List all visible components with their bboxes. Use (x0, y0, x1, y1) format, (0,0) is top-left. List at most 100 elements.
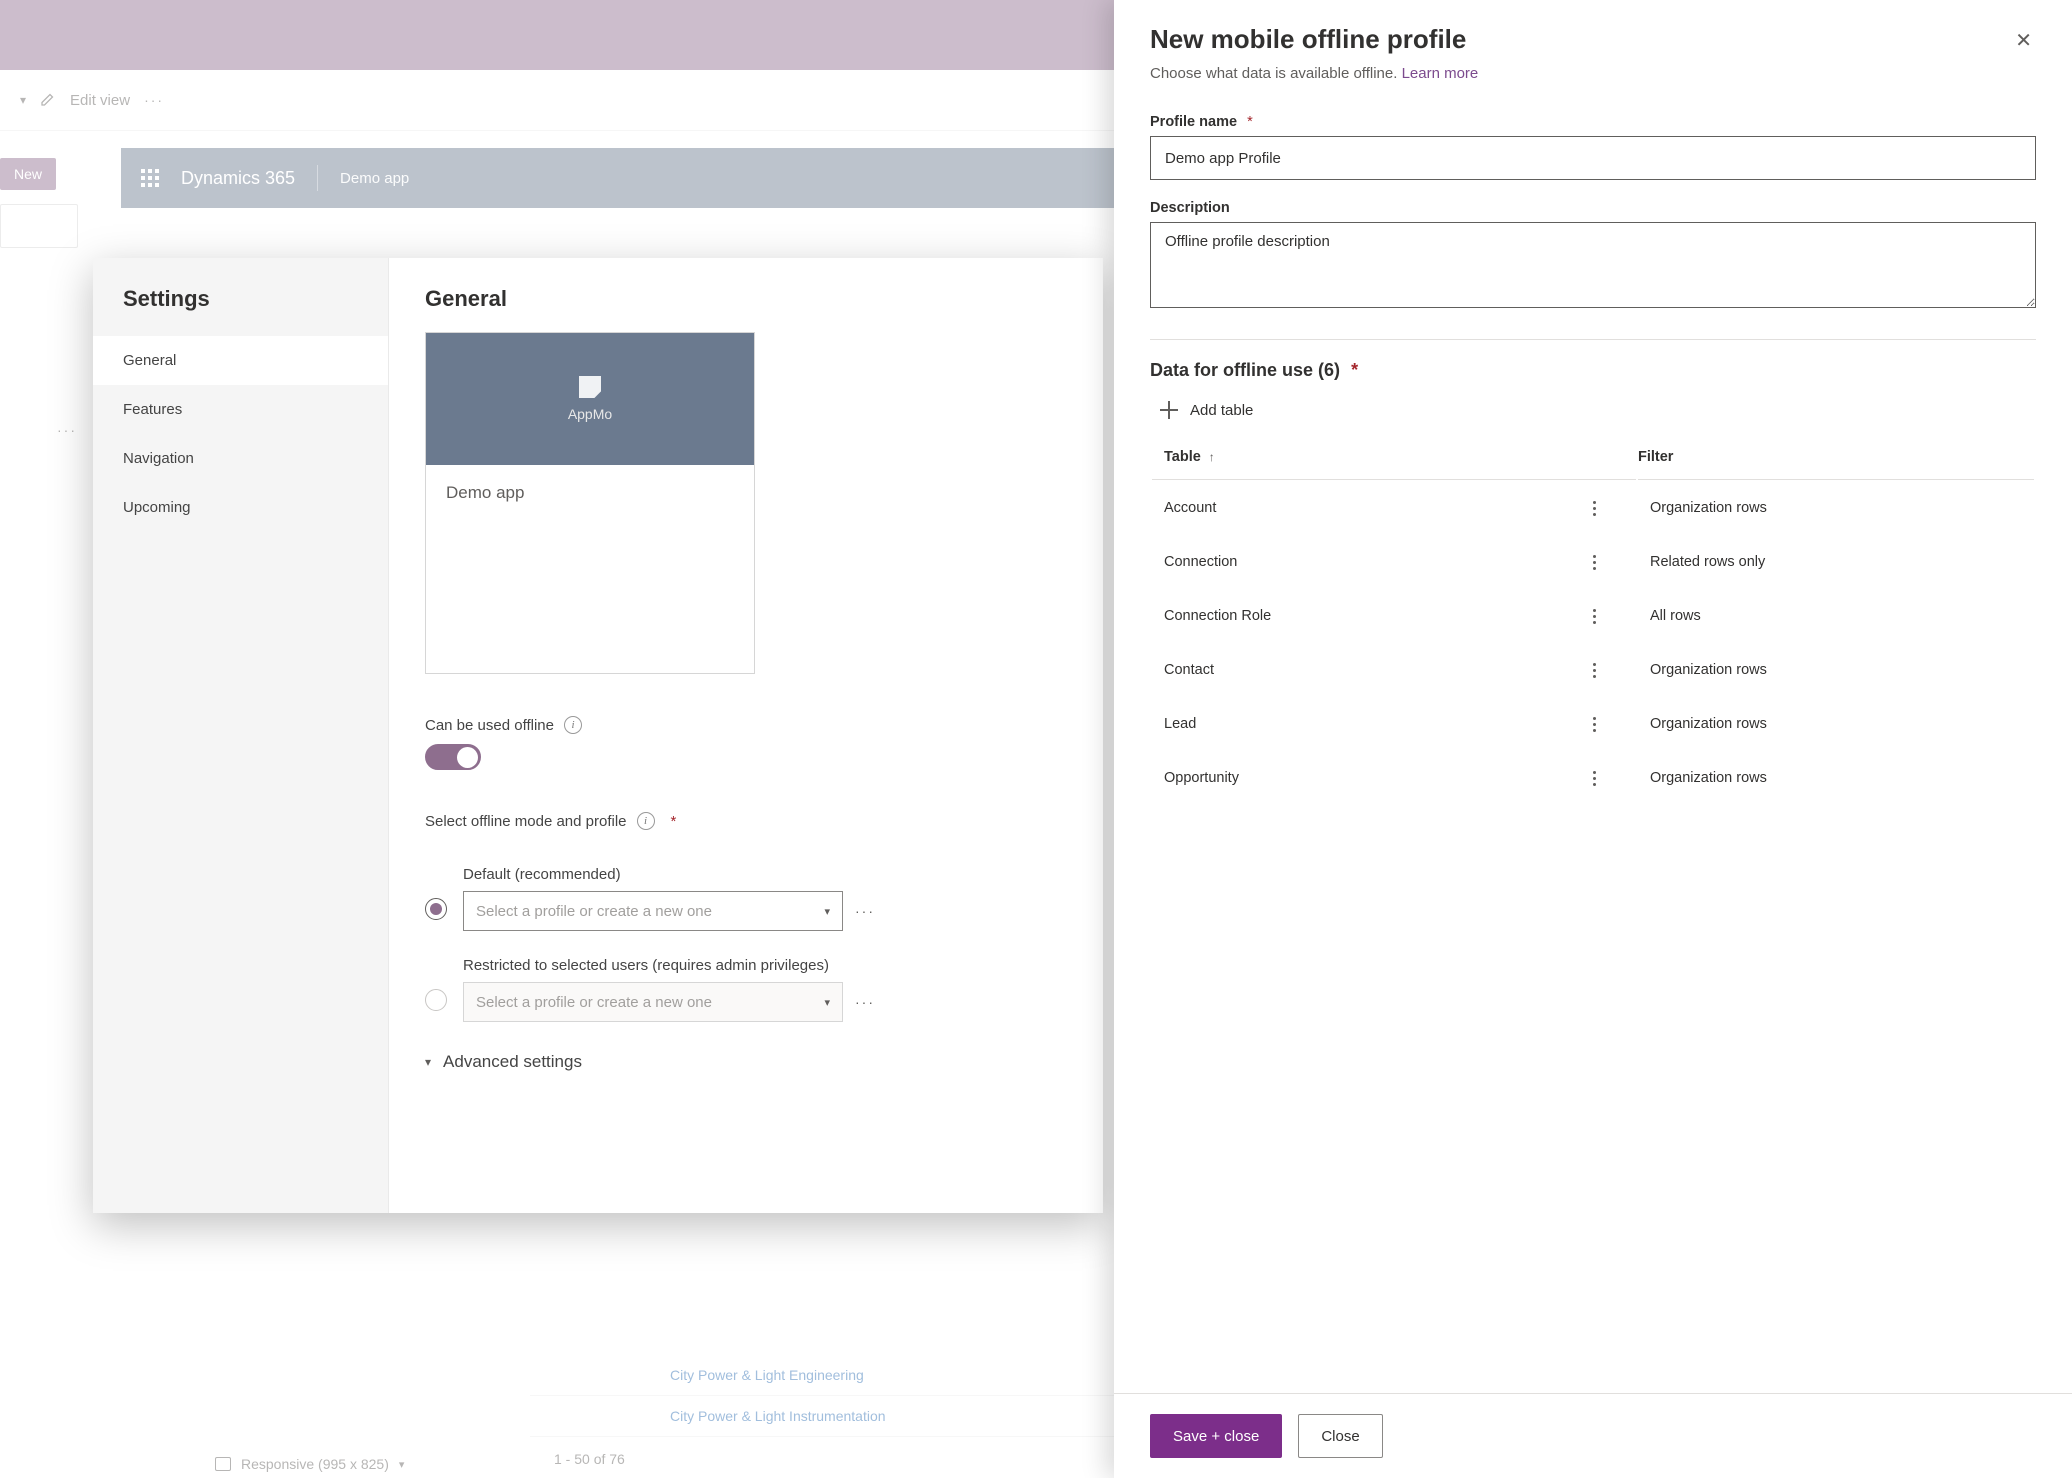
table-row[interactable]: Opportunity Organization rows (1152, 752, 2034, 804)
info-icon[interactable]: i (564, 716, 582, 734)
grid-row-name[interactable]: City Power & Light Instrumentation (530, 1408, 990, 1424)
plus-icon (1160, 401, 1178, 419)
save-close-button[interactable]: Save + close (1150, 1414, 1282, 1458)
radio-default[interactable] (425, 898, 447, 920)
settings-sidebar: Settings General Features Navigation Upc… (93, 258, 389, 1213)
radio-restricted[interactable] (425, 989, 447, 1011)
sidebar-item-navigation[interactable]: Navigation (93, 434, 388, 483)
data-section-title: Data for offline use (6) * (1150, 360, 2036, 381)
table-column-header[interactable]: Table ↑ (1164, 449, 1624, 465)
more-icon[interactable]: ··· (855, 994, 875, 1010)
app-card-img-label: AppMo (568, 406, 612, 422)
sidebar-item-upcoming[interactable]: Upcoming (93, 483, 388, 532)
app-launcher-icon[interactable] (141, 169, 159, 187)
table-cell-filter: Related rows only (1638, 536, 2034, 588)
table-row[interactable]: Connection Related rows only (1152, 536, 2034, 588)
panel-title: New mobile offline profile (1150, 24, 1466, 55)
settings-content: General AppMo Demo app Can be used offli… (389, 258, 1103, 1213)
close-button[interactable]: Close (1298, 1414, 1382, 1458)
table-cell-name: Lead (1164, 716, 1196, 732)
new-button[interactable]: New (0, 158, 56, 190)
left-rail-slot (0, 204, 78, 248)
app-card[interactable]: AppMo Demo app (425, 332, 755, 674)
status-bar[interactable]: Responsive (995 x 825) ▾ (215, 1456, 404, 1472)
table-cell-filter: Organization rows (1638, 752, 2034, 804)
sidebar-item-features[interactable]: Features (93, 385, 388, 434)
table-row[interactable]: Contact Organization rows (1152, 644, 2034, 696)
more-icon[interactable]: ··· (855, 903, 875, 919)
advanced-settings-toggle[interactable]: ▾ Advanced settings (425, 1052, 1067, 1072)
advanced-label: Advanced settings (443, 1052, 582, 1072)
profile-name-input[interactable] (1150, 136, 2036, 180)
sort-ascending-icon: ↑ (1209, 450, 1215, 464)
select-mode-label-row: Select offline mode and profile i * (425, 812, 1067, 830)
app-card-name: Demo app (426, 465, 754, 521)
table-row[interactable]: Account Organization rows (1152, 482, 2034, 534)
row-more-icon[interactable] (1564, 771, 1624, 786)
toggle-knob (457, 747, 478, 768)
app-name-label: Demo app (340, 170, 409, 187)
chevron-down-icon[interactable]: ▾ (399, 1458, 405, 1471)
more-commands-icon[interactable]: ··· (144, 92, 164, 108)
responsive-label: Responsive (995 x 825) (241, 1456, 389, 1472)
chevron-down-icon: ▾ (824, 905, 830, 918)
row-more-icon[interactable] (1564, 717, 1624, 732)
panel-subtitle-text: Choose what data is available offline. (1150, 65, 1397, 82)
app-card-image: AppMo (426, 333, 754, 465)
offline-toggle[interactable] (425, 744, 481, 770)
table-cell-name: Contact (1164, 662, 1214, 678)
edit-view-button[interactable]: Edit view (70, 92, 130, 109)
left-rail-more-icon[interactable]: ··· (57, 422, 85, 438)
profile-select-default[interactable]: Select a profile or create a new one ▾ (463, 891, 843, 931)
row-more-icon[interactable] (1564, 609, 1624, 624)
responsive-icon (215, 1457, 231, 1471)
select-placeholder: Select a profile or create a new one (476, 994, 712, 1011)
description-textarea[interactable] (1150, 222, 2036, 308)
chevron-down-icon[interactable]: ▾ (20, 93, 26, 107)
grid-row-name[interactable]: City Power & Light Engineering (530, 1367, 990, 1383)
table-cell-filter: Organization rows (1638, 482, 2034, 534)
table-cell-name: Connection (1164, 554, 1237, 570)
row-more-icon[interactable] (1564, 663, 1624, 678)
panel-divider (1150, 339, 2036, 340)
learn-more-link[interactable]: Learn more (1402, 65, 1479, 82)
settings-title: Settings (93, 258, 388, 336)
offline-tables-grid: Table ↑ Filter AccountOrganization rowsC… (1150, 437, 2036, 806)
radio-default-label: Default (recommended) (463, 866, 1067, 883)
add-table-button[interactable]: Add table (1150, 395, 2036, 437)
filter-column-header[interactable]: Filter (1638, 439, 2034, 480)
chevron-down-icon: ▾ (425, 1055, 431, 1069)
add-table-label: Add table (1190, 402, 1253, 419)
panel-footer: Save + close Close (1114, 1393, 2072, 1478)
row-more-icon[interactable] (1564, 501, 1624, 516)
panel-subtitle: Choose what data is available offline. L… (1150, 65, 2036, 82)
select-placeholder: Select a profile or create a new one (476, 903, 712, 920)
profile-select-restricted: Select a profile or create a new one ▾ (463, 982, 843, 1022)
broken-image-icon (579, 376, 601, 398)
general-heading: General (425, 286, 1067, 312)
table-cell-filter: Organization rows (1638, 644, 2034, 696)
table-row[interactable]: Lead Organization rows (1152, 698, 2034, 750)
new-offline-profile-panel: New mobile offline profile ✕ Choose what… (1114, 0, 2072, 1478)
table-cell-filter: Organization rows (1638, 698, 2034, 750)
table-row[interactable]: Connection RoleAll rows (1152, 590, 2034, 642)
select-mode-label: Select offline mode and profile (425, 813, 627, 830)
left-rail: New ··· (0, 130, 85, 1478)
row-more-icon[interactable] (1564, 555, 1624, 570)
table-cell-name: Account (1164, 500, 1216, 516)
close-icon[interactable]: ✕ (2011, 24, 2036, 57)
brand-label: Dynamics 365 (181, 168, 295, 189)
info-icon[interactable]: i (637, 812, 655, 830)
description-label: Description (1150, 200, 2036, 216)
profile-name-label: Profile name * (1150, 114, 2036, 130)
offline-label: Can be used offline (425, 717, 554, 734)
table-cell-name: Opportunity (1164, 770, 1239, 786)
header-divider (317, 165, 318, 191)
required-asterisk: * (671, 813, 677, 830)
chevron-down-icon: ▾ (824, 996, 830, 1009)
offline-label-row: Can be used offline i (425, 716, 1067, 734)
table-cell-filter: All rows (1638, 590, 2034, 642)
pencil-icon[interactable] (40, 91, 56, 110)
sidebar-item-general[interactable]: General (93, 336, 388, 385)
settings-dialog: Settings General Features Navigation Upc… (93, 258, 1103, 1213)
